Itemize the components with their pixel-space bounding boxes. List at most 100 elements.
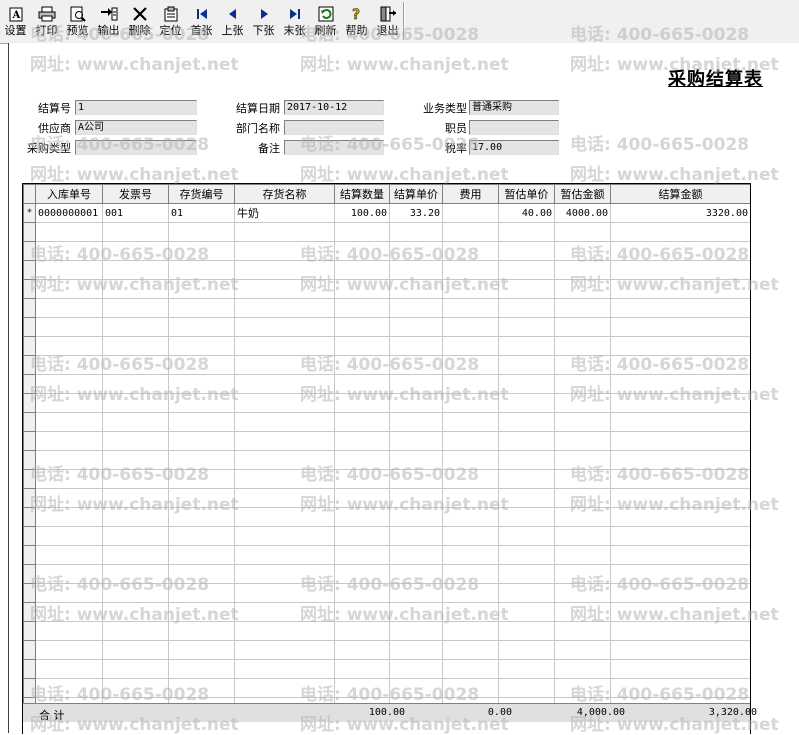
table-cell[interactable] — [102, 469, 169, 489]
table-cell[interactable] — [389, 393, 443, 413]
table-cell[interactable] — [498, 583, 555, 603]
next-record-button[interactable]: 下张 — [248, 0, 279, 42]
table-cell[interactable] — [389, 640, 443, 660]
table-cell[interactable] — [334, 260, 390, 280]
empty-table-row[interactable] — [23, 526, 750, 546]
table-cell[interactable] — [389, 374, 443, 394]
table-cell[interactable] — [442, 507, 499, 527]
table-cell[interactable] — [168, 659, 235, 679]
table-cell[interactable] — [442, 298, 499, 318]
empty-table-row[interactable] — [23, 469, 750, 489]
table-cell[interactable] — [442, 279, 499, 299]
table-cell[interactable] — [389, 621, 443, 641]
table-cell[interactable] — [168, 412, 235, 432]
table-cell[interactable] — [334, 412, 390, 432]
table-cell[interactable] — [168, 355, 235, 375]
table-cell[interactable] — [442, 450, 499, 470]
table-cell[interactable] — [168, 298, 235, 318]
table-cell[interactable] — [554, 640, 611, 660]
table-cell[interactable]: 01 — [168, 203, 235, 223]
table-cell[interactable] — [234, 431, 335, 451]
table-cell[interactable] — [389, 602, 443, 622]
table-cell[interactable] — [389, 659, 443, 679]
export-button[interactable]: 输出 — [93, 0, 124, 42]
table-cell[interactable] — [234, 583, 335, 603]
table-cell[interactable] — [610, 336, 750, 356]
table-cell[interactable] — [610, 564, 750, 584]
table-cell[interactable] — [554, 260, 611, 280]
table-cell[interactable] — [610, 488, 750, 508]
table-cell[interactable] — [498, 336, 555, 356]
table-cell[interactable] — [442, 469, 499, 489]
empty-table-row[interactable] — [23, 412, 750, 432]
table-cell[interactable] — [610, 545, 750, 565]
empty-table-row[interactable] — [23, 431, 750, 451]
table-cell[interactable] — [334, 279, 390, 299]
table-cell[interactable] — [389, 678, 443, 698]
table-cell[interactable] — [102, 412, 169, 432]
locate-button[interactable]: 定位 — [155, 0, 186, 42]
table-cell[interactable] — [442, 222, 499, 242]
table-cell[interactable] — [389, 241, 443, 261]
table-cell[interactable] — [234, 317, 335, 337]
table-cell[interactable] — [442, 260, 499, 280]
table-cell[interactable] — [234, 393, 335, 413]
table-cell[interactable] — [442, 621, 499, 641]
table-cell[interactable] — [168, 450, 235, 470]
table-cell[interactable] — [234, 469, 335, 489]
table-cell[interactable] — [234, 241, 335, 261]
table-cell[interactable] — [334, 374, 390, 394]
table-cell[interactable] — [498, 431, 555, 451]
table-cell[interactable] — [334, 336, 390, 356]
table-cell[interactable] — [168, 260, 235, 280]
table-cell[interactable] — [389, 545, 443, 565]
table-cell[interactable]: 33.20 — [389, 203, 443, 223]
table-cell[interactable] — [168, 222, 235, 242]
table-cell[interactable] — [498, 450, 555, 470]
table-cell[interactable] — [498, 545, 555, 565]
empty-table-row[interactable] — [23, 355, 750, 375]
column-header[interactable]: 结算单价 — [389, 184, 443, 204]
table-cell[interactable] — [334, 393, 390, 413]
table-cell[interactable] — [554, 507, 611, 527]
column-header[interactable]: 结算金额 — [610, 184, 750, 204]
table-cell[interactable] — [35, 317, 103, 337]
table-cell[interactable] — [102, 526, 169, 546]
table-cell[interactable] — [102, 298, 169, 318]
table-cell[interactable] — [168, 488, 235, 508]
table-cell[interactable] — [102, 355, 169, 375]
table-cell[interactable] — [234, 279, 335, 299]
table-cell[interactable] — [554, 602, 611, 622]
table-cell[interactable] — [168, 678, 235, 698]
empty-table-row[interactable] — [23, 317, 750, 337]
table-cell[interactable] — [554, 659, 611, 679]
table-cell[interactable] — [389, 336, 443, 356]
table-cell[interactable] — [498, 298, 555, 318]
table-cell[interactable] — [102, 222, 169, 242]
department-field[interactable] — [284, 120, 384, 135]
table-cell[interactable] — [610, 507, 750, 527]
table-cell[interactable] — [554, 412, 611, 432]
table-cell[interactable] — [498, 241, 555, 261]
table-cell[interactable] — [498, 260, 555, 280]
table-cell[interactable] — [234, 298, 335, 318]
table-cell[interactable] — [234, 488, 335, 508]
table-cell[interactable] — [102, 621, 169, 641]
table-cell[interactable]: 3320.00 — [610, 203, 750, 223]
table-cell[interactable] — [442, 393, 499, 413]
table-cell[interactable] — [442, 355, 499, 375]
table-cell[interactable] — [334, 431, 390, 451]
table-cell[interactable] — [498, 488, 555, 508]
table-cell[interactable] — [234, 659, 335, 679]
table-cell[interactable] — [334, 640, 390, 660]
table-cell[interactable] — [234, 640, 335, 660]
table-cell[interactable] — [554, 222, 611, 242]
table-cell[interactable] — [102, 488, 169, 508]
table-cell[interactable] — [498, 412, 555, 432]
table-cell[interactable] — [610, 640, 750, 660]
table-cell[interactable] — [168, 602, 235, 622]
table-cell[interactable] — [610, 526, 750, 546]
table-cell[interactable] — [334, 659, 390, 679]
empty-table-row[interactable] — [23, 659, 750, 679]
table-cell[interactable] — [334, 298, 390, 318]
